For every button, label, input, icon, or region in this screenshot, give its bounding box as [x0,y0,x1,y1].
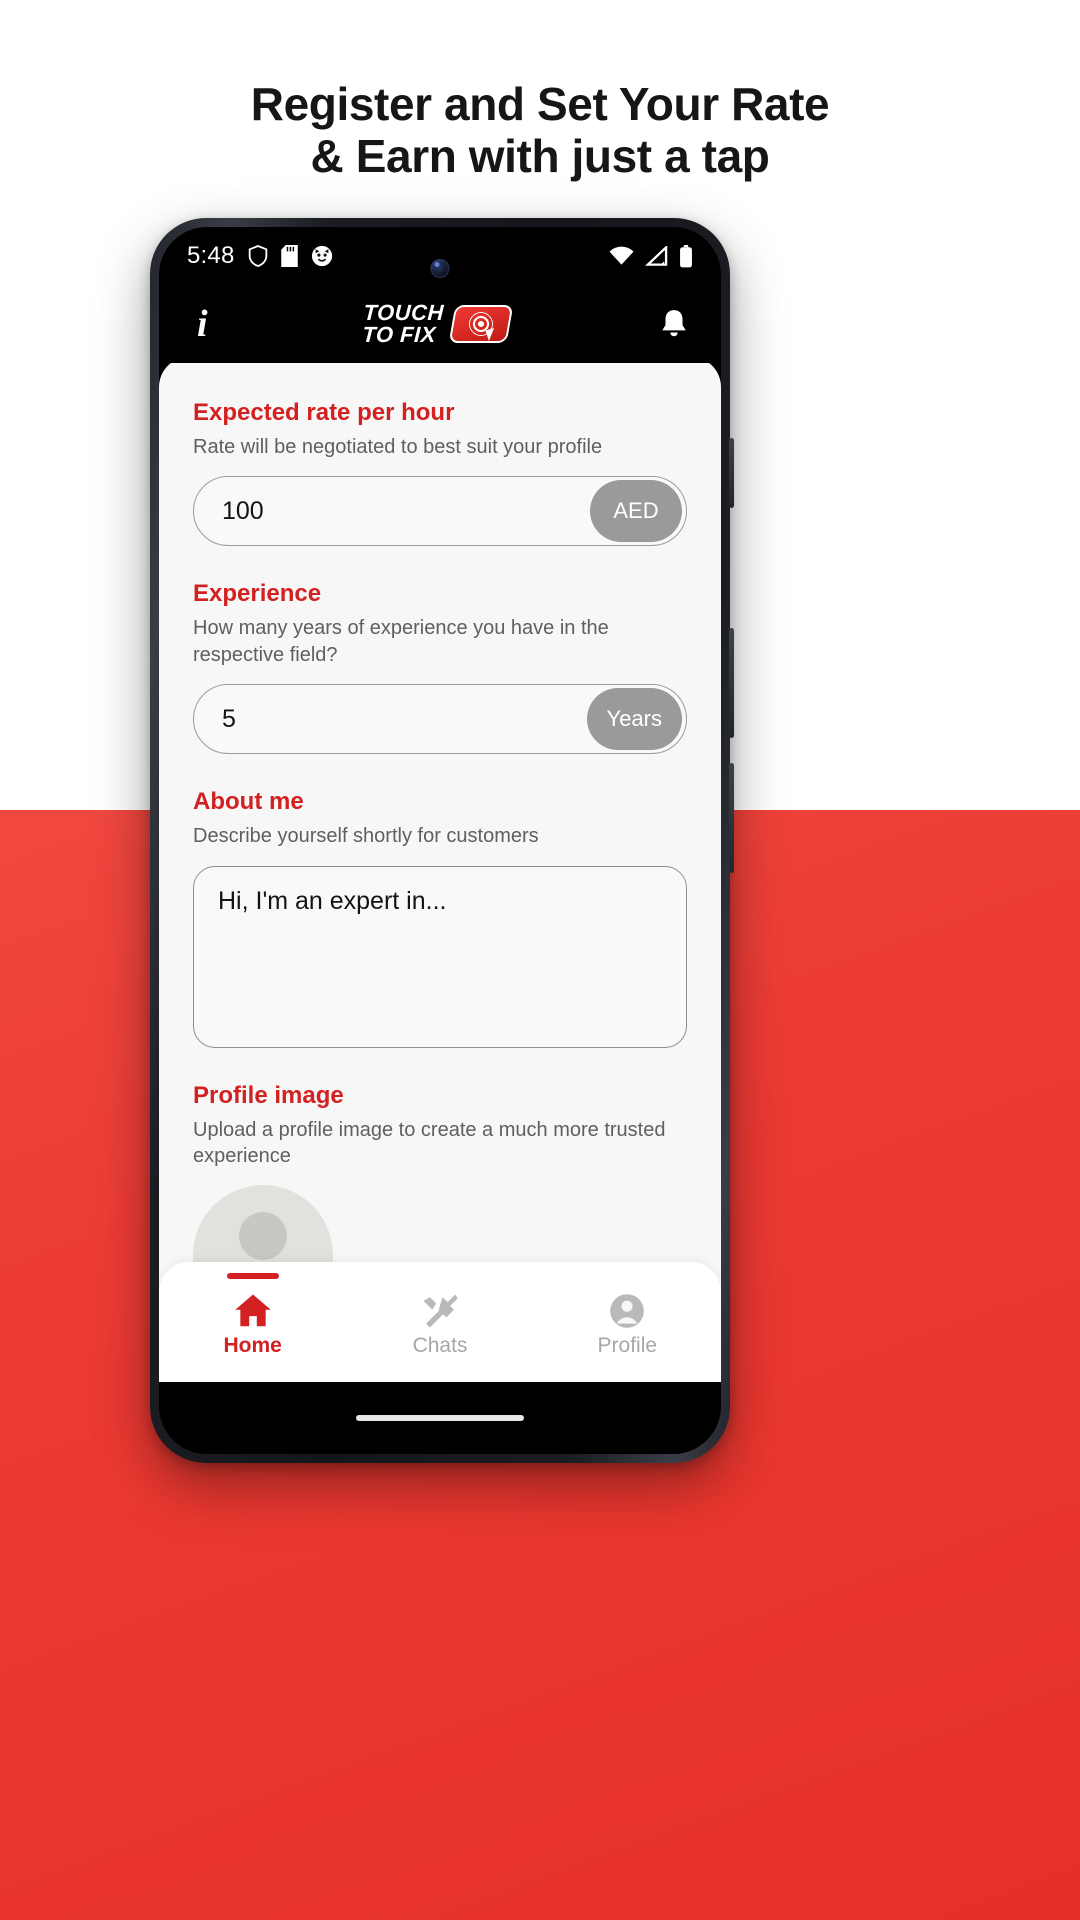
rate-input[interactable]: 100 AED [193,476,687,547]
nav-label-home: Home [223,1333,282,1357]
headline-line-2: & Earn with just a tap [310,130,770,183]
experience-input[interactable]: 5 Years [193,684,687,755]
phone-mockup: 5:48 i TOUCH TO FIX Expected rate per ho… [150,218,734,1463]
nav-item-chats[interactable]: Chats [347,1287,532,1358]
front-camera [430,259,450,278]
form-sheet: Expected rate per hour Rate will be nego… [159,357,721,1382]
profile-image-title: Profile image [193,1081,344,1109]
gesture-navigation-area [159,1382,721,1454]
promo-headline: Register and Set Your Rate & Earn with j… [0,78,1080,183]
nav-label-profile: Profile [597,1333,658,1357]
field-group-experience: Experience How many years of experience … [193,580,687,755]
wifi-icon [609,246,634,266]
profile-image-subtitle: Upload a profile image to create a much … [193,1118,666,1167]
rate-currency-suffix: AED [590,480,682,543]
gesture-bar[interactable] [356,1415,524,1421]
target-cursor-icon [468,312,498,342]
logo-target-badge [448,305,514,343]
battery-icon [679,244,693,268]
field-group-rate: Expected rate per hour Rate will be nego… [193,399,687,547]
person-icon [608,1293,646,1329]
nav-active-indicator [226,1272,279,1279]
home-icon [234,1293,272,1329]
rate-title: Expected rate per hour [193,399,455,426]
tools-icon [421,1293,459,1329]
rate-value: 100 [222,496,264,525]
about-textarea[interactable]: Hi, I'm an expert in... [193,865,687,1048]
signal-icon [645,246,668,266]
shield-icon [248,245,268,267]
logo-line-2: TO FIX [361,322,437,347]
headline-line-1: Register and Set Your Rate [250,78,830,130]
nav-item-home[interactable]: Home [160,1272,345,1358]
rate-subtitle: Rate will be negotiated to best suit you… [193,436,603,458]
nav-label-chats: Chats [412,1333,468,1357]
status-time: 5:48 [187,242,235,269]
experience-subtitle: How many years of experience you have in… [193,617,609,666]
app-bar: i TOUCH TO FIX [159,285,721,363]
bottom-navigation: Home Chats Profile [159,1262,721,1382]
logo-line-1: TOUCH [362,300,445,326]
about-title: About me [193,788,304,816]
experience-value: 5 [222,704,236,733]
phone-button-volume-up [729,628,734,738]
phone-button-mute [729,438,734,508]
bell-icon[interactable] [659,308,689,340]
about-subtitle: Describe yourself shortly for customers [193,825,539,848]
field-group-about: About me Describe yourself shortly for c… [193,788,687,1048]
experience-title: Experience [193,580,322,608]
phone-button-power [729,763,734,873]
app-logo: TOUCH TO FIX [361,300,514,347]
experience-years-suffix: Years [586,688,682,751]
phone-screen: 5:48 i TOUCH TO FIX Expected rate per ho… [159,227,721,1454]
nav-item-profile[interactable]: Profile [535,1287,720,1358]
logo-text: TOUCH TO FIX [361,300,445,347]
info-icon[interactable]: i [191,305,214,343]
cat-face-icon [311,245,333,267]
sd-card-icon [280,245,298,267]
